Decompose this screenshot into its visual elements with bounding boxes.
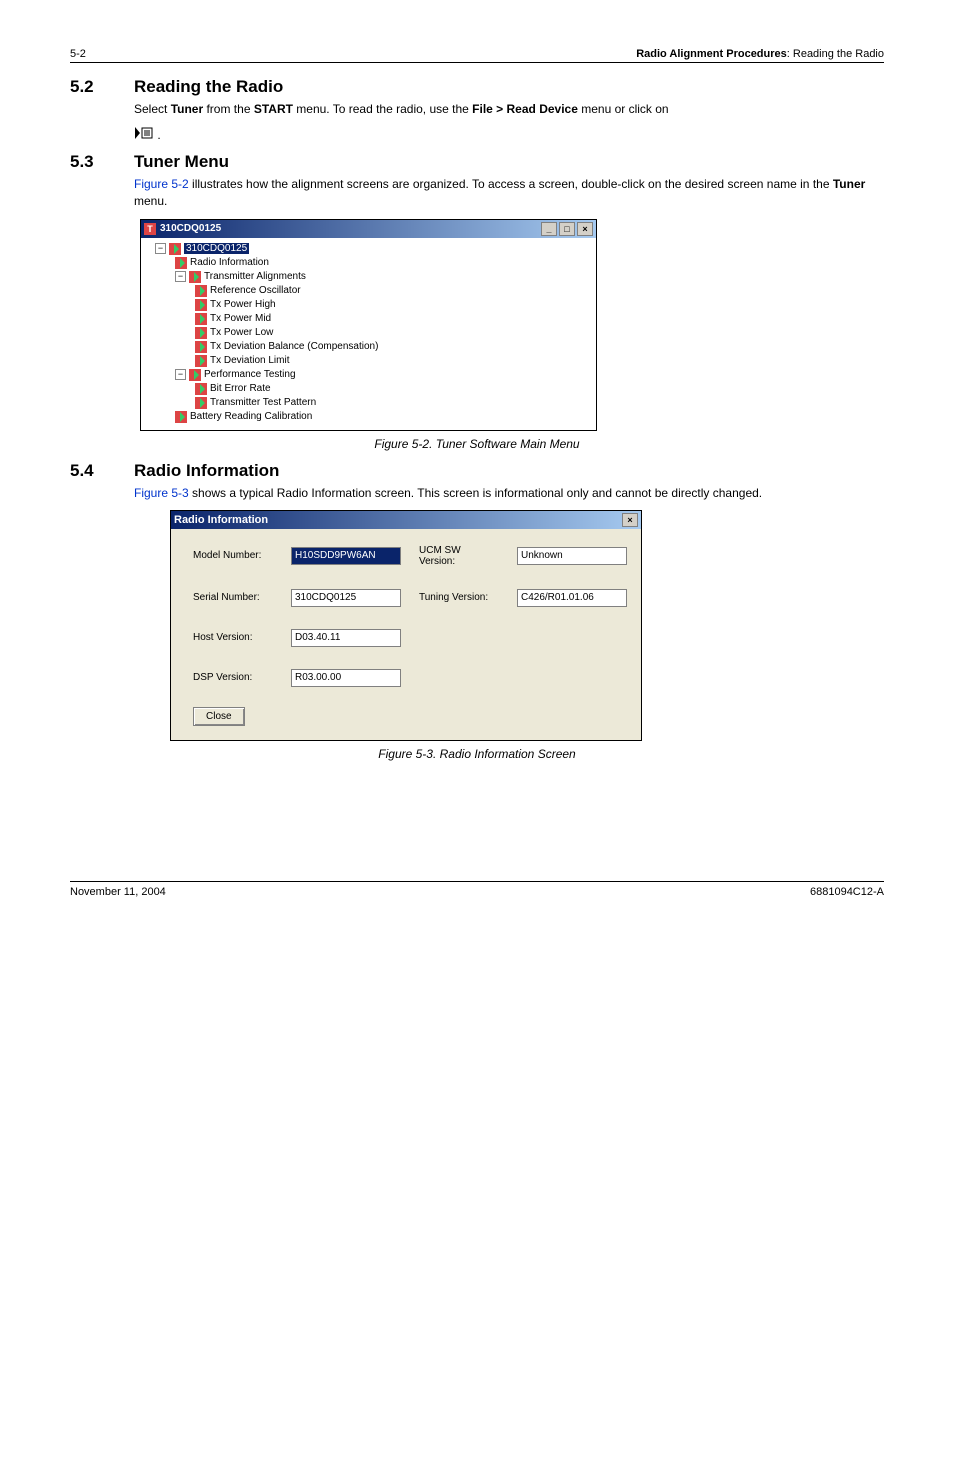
close-button[interactable]: × — [577, 222, 593, 236]
tree-node-tx-dev-bal[interactable]: Tx Deviation Balance (Compensation) — [145, 340, 592, 354]
collapse-icon[interactable]: − — [175, 271, 186, 282]
section-number: 5.3 — [70, 152, 134, 172]
section-5-2: 5.2 Reading the Radio — [70, 77, 884, 97]
tree-root[interactable]: − 310CDQ0125 — [145, 242, 592, 256]
tree-node-ref-osc[interactable]: Reference Oscillator — [145, 284, 592, 298]
tree-node-tx-mid[interactable]: Tx Power Mid — [145, 312, 592, 326]
tree-view: − 310CDQ0125 Radio Information − Transmi… — [141, 238, 596, 430]
node-icon — [195, 313, 207, 325]
minimize-button[interactable]: _ — [541, 222, 557, 236]
label-serial-number: Serial Number: — [193, 592, 273, 603]
node-icon — [175, 411, 187, 423]
section-5-4-body: Figure 5-3 shows a typical Radio Informa… — [134, 485, 884, 502]
label-ucm-version: UCM SW Version: — [419, 545, 499, 567]
close-button[interactable]: × — [622, 513, 638, 527]
tree-node-tx-test[interactable]: Transmitter Test Pattern — [145, 396, 592, 410]
node-icon — [169, 243, 181, 255]
node-icon — [195, 327, 207, 339]
close-button[interactable]: Close — [193, 707, 245, 726]
tree-node-batt[interactable]: Battery Reading Calibration — [145, 410, 592, 424]
value-host-version[interactable]: D03.40.11 — [291, 629, 401, 647]
tree-node-tx-low[interactable]: Tx Power Low — [145, 326, 592, 340]
figure-5-2-caption: Figure 5-2. Tuner Software Main Menu — [70, 437, 884, 451]
node-icon — [189, 369, 201, 381]
node-icon — [195, 285, 207, 297]
dialog-title: Radio Information — [174, 514, 268, 526]
dialog-titlebar[interactable]: Radio Information × — [171, 511, 641, 529]
paragraph: Select Tuner from the START menu. To rea… — [134, 101, 884, 118]
section-5-3-body: Figure 5-2 illustrates how the alignment… — [134, 176, 884, 211]
section-5-2-body: Select Tuner from the START menu. To rea… — [134, 101, 884, 146]
value-model-number[interactable]: H10SDD9PW6AN — [291, 547, 401, 565]
tree-node-tx-align[interactable]: − Transmitter Alignments — [145, 270, 592, 284]
page-number: 5-2 — [70, 48, 86, 60]
section-title: Tuner Menu — [134, 152, 229, 172]
node-icon — [195, 299, 207, 311]
paragraph: Figure 5-2 illustrates how the alignment… — [134, 176, 884, 211]
tree-node-tx-dev-lim[interactable]: Tx Deviation Limit — [145, 354, 592, 368]
label-model-number: Model Number: — [193, 550, 273, 561]
node-icon — [189, 271, 201, 283]
label-tuning-version: Tuning Version: — [419, 592, 499, 603]
collapse-icon[interactable]: − — [155, 243, 166, 254]
section-title: Radio Information — [134, 461, 279, 481]
footer-doc-id: 6881094C12-A — [810, 886, 884, 898]
dialog-body: Model Number: H10SDD9PW6AN UCM SW Versio… — [171, 529, 641, 740]
footer-date: November 11, 2004 — [70, 886, 166, 898]
window-titlebar[interactable]: T 310CDQ0125 _ □ × — [141, 220, 596, 238]
node-icon — [195, 397, 207, 409]
section-number: 5.4 — [70, 461, 134, 481]
tree-node-radio-info[interactable]: Radio Information — [145, 256, 592, 270]
section-5-3: 5.3 Tuner Menu — [70, 152, 884, 172]
page-footer: November 11, 2004 6881094C12-A — [70, 881, 884, 898]
radio-information-dialog: Radio Information × Model Number: H10SDD… — [170, 510, 642, 741]
value-ucm-version[interactable]: Unknown — [517, 547, 627, 565]
value-tuning-version[interactable]: C426/R01.01.06 — [517, 589, 627, 607]
tree-node-ber[interactable]: Bit Error Rate — [145, 382, 592, 396]
window-title: 310CDQ0125 — [160, 223, 221, 234]
node-icon — [195, 341, 207, 353]
node-icon — [175, 257, 187, 269]
figure-5-3-caption: Figure 5-3. Radio Information Screen — [70, 747, 884, 761]
tree-node-perf[interactable]: − Performance Testing — [145, 368, 592, 382]
label-host-version: Host Version: — [193, 632, 273, 643]
node-icon — [195, 355, 207, 367]
tuner-tree-window: T 310CDQ0125 _ □ × − 310CDQ0125 Radio In… — [140, 219, 597, 431]
section-number: 5.2 — [70, 77, 134, 97]
value-serial-number[interactable]: 310CDQ0125 — [291, 589, 401, 607]
node-icon — [195, 383, 207, 395]
read-device-icon — [134, 126, 154, 145]
app-icon: T — [144, 223, 156, 235]
section-5-4: 5.4 Radio Information — [70, 461, 884, 481]
page-header: 5-2 Radio Alignment Procedures: Reading … — [70, 48, 884, 63]
collapse-icon[interactable]: − — [175, 369, 186, 380]
value-dsp-version[interactable]: R03.00.00 — [291, 669, 401, 687]
paragraph: Figure 5-3 shows a typical Radio Informa… — [134, 485, 884, 502]
figure-link[interactable]: Figure 5-2 — [134, 177, 189, 191]
figure-link[interactable]: Figure 5-3 — [134, 486, 189, 500]
section-title: Reading the Radio — [134, 77, 283, 97]
maximize-button[interactable]: □ — [559, 222, 575, 236]
header-title: Radio Alignment Procedures: Reading the … — [636, 48, 884, 60]
tree-node-tx-high[interactable]: Tx Power High — [145, 298, 592, 312]
label-dsp-version: DSP Version: — [193, 672, 273, 683]
